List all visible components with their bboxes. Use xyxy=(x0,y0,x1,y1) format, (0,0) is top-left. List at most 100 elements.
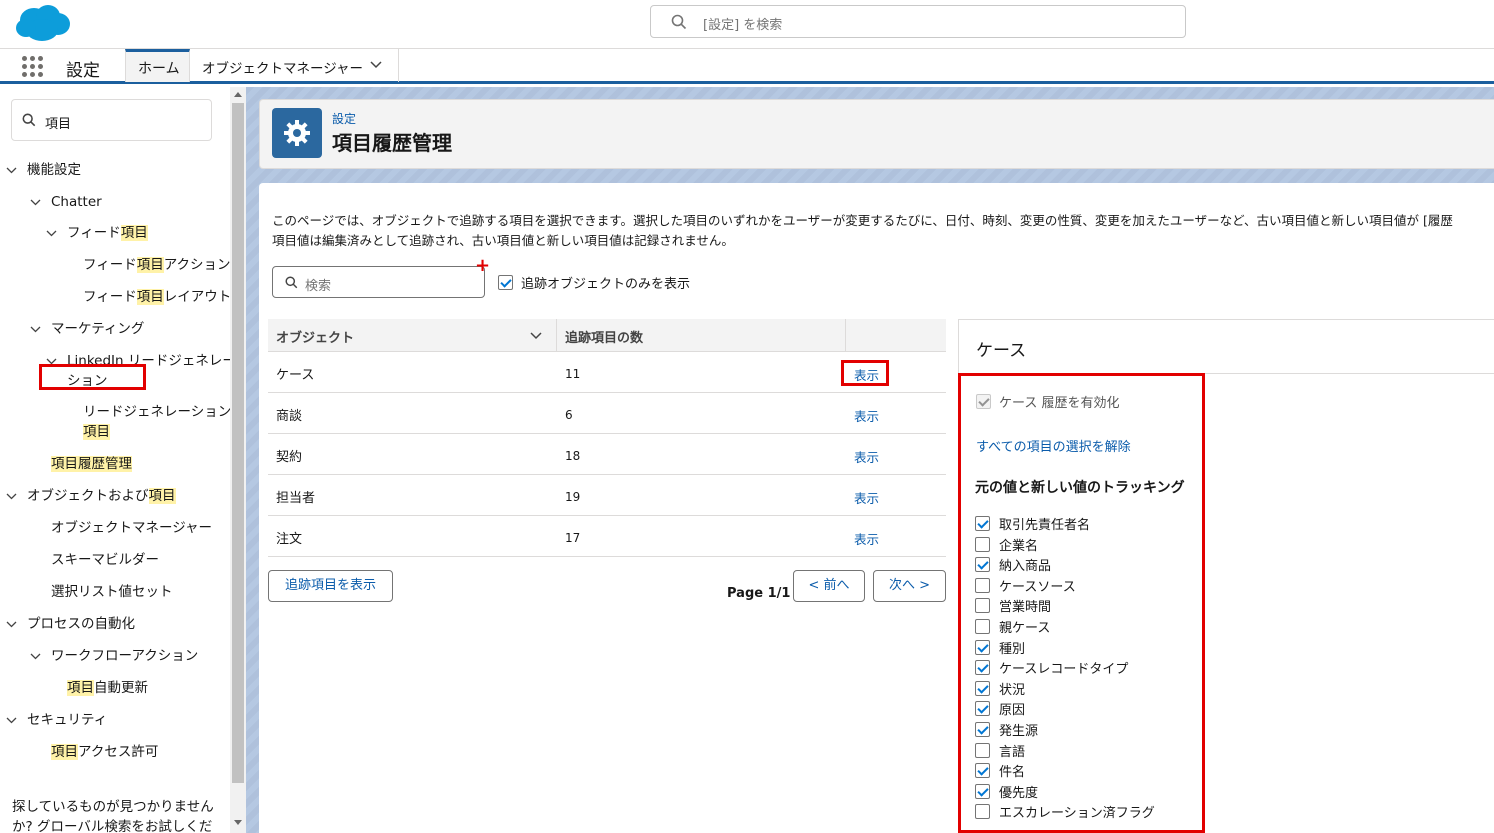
search-highlight: 項目 xyxy=(67,680,94,696)
breadcrumb[interactable]: 設定 xyxy=(332,110,356,127)
tree-label: リードジェネレーション xyxy=(83,404,232,420)
view-link[interactable]: 表示 xyxy=(854,447,879,466)
object-search-placeholder: 検索 xyxy=(305,279,332,294)
page-title: 項目履歴管理 xyxy=(332,131,452,155)
prev-page-button[interactable]: < 前へ xyxy=(793,570,865,602)
tab-home[interactable]: ホーム xyxy=(125,49,190,82)
column-header-label: オブジェクト xyxy=(276,331,355,346)
show-tracked-fields-button[interactable]: 追跡項目を表示 xyxy=(268,570,393,602)
tab-object-manager-label: オブジェクトマネージャー xyxy=(202,61,364,77)
tree-label: フィード xyxy=(83,289,137,305)
column-header-count: 追跡項目の数 xyxy=(557,319,846,352)
app-launcher-icon[interactable] xyxy=(22,56,44,78)
search-highlight: 項目 xyxy=(136,289,164,305)
search-icon xyxy=(671,14,687,30)
tree-item-marketing[interactable]: マーケティング xyxy=(30,319,144,339)
app-nav-bar: 設定 ホーム オブジェクトマネージャー xyxy=(0,48,1494,84)
content-card: このページでは、オブジェクトで追跡する項目を選択できます。選択した項目のいずれか… xyxy=(259,183,1494,833)
tracked-count: 11 xyxy=(565,367,581,381)
chevron-down-icon[interactable] xyxy=(370,61,382,69)
tree-item-picklist-sets[interactable]: 選択リスト値セット xyxy=(51,582,173,602)
panel-title: ケース xyxy=(976,341,1027,361)
tracked-only-checkbox[interactable] xyxy=(498,275,513,290)
chevron-down-icon xyxy=(30,653,41,660)
chevron-down-icon xyxy=(6,167,17,174)
tree-label: レイアウト xyxy=(163,289,232,305)
tree-label: 自動更新 xyxy=(94,680,148,696)
tree-label: Chatter xyxy=(51,194,102,210)
tracked-count: 17 xyxy=(565,531,581,545)
tree-item-field-history[interactable]: 項目履歴管理 xyxy=(51,454,132,474)
tree-item-security[interactable]: セキュリティ xyxy=(6,710,107,730)
tree-label: ワークフローアクション xyxy=(51,648,199,664)
description-line: 項目値は編集済みとして追跡され、古い項目値と新しい項目値は記録されません。 xyxy=(272,233,734,248)
panel-header: ケース xyxy=(959,320,1494,374)
tree-item-feature-settings[interactable]: 機能設定 xyxy=(6,160,81,180)
tree-item-objects-fields[interactable]: オブジェクトおよび項目 xyxy=(6,486,176,506)
page-header: 設定 項目履歴管理 xyxy=(259,99,1494,169)
tree-label: フィード xyxy=(67,225,121,241)
chevron-down-icon xyxy=(6,621,17,628)
search-highlight: 項目 xyxy=(51,744,78,760)
annotation-highlight-box xyxy=(958,373,1205,833)
tracked-count: 6 xyxy=(565,408,573,422)
chevron-down-icon xyxy=(46,230,57,237)
tracked-count: 18 xyxy=(565,449,581,463)
scroll-down-icon[interactable] xyxy=(234,820,242,825)
view-link[interactable]: 表示 xyxy=(854,488,879,507)
tree-item-process-automation[interactable]: プロセスの自動化 xyxy=(6,614,135,634)
table-row: 契約 18 表示 xyxy=(268,434,946,475)
scroll-up-icon[interactable] xyxy=(234,92,242,97)
search-highlight: 項目 xyxy=(120,225,148,241)
table-row: 商談 6 表示 xyxy=(268,393,946,434)
global-search-input[interactable]: [設定] を検索 xyxy=(650,5,1186,38)
tree-item-workflow-actions[interactable]: ワークフローアクション xyxy=(30,646,198,666)
column-header-object[interactable]: オブジェクト xyxy=(268,319,557,352)
tree-label: オブジェクトマネージャー xyxy=(51,520,213,536)
chevron-down-icon[interactable] xyxy=(530,332,542,340)
view-link[interactable]: 表示 xyxy=(854,406,879,425)
search-icon xyxy=(22,113,36,127)
setup-sidebar: 項目 機能設定 Chatter フィード項目 フィード項目アクション フィード項… xyxy=(0,87,246,833)
tree-item-schema-builder[interactable]: スキーマビルダー xyxy=(51,550,159,570)
view-link[interactable]: 表示 xyxy=(854,529,879,548)
tracked-only-label: 追跡オブジェクトのみを表示 xyxy=(521,277,691,292)
tab-object-manager[interactable]: オブジェクトマネージャー xyxy=(190,49,399,82)
tree-label: セキュリティ xyxy=(27,712,108,728)
object-search-input[interactable]: 検索 xyxy=(272,266,485,298)
tree-item-leadgen-fields[interactable]: リードジェネレーション 項目 xyxy=(83,402,231,442)
search-highlight: 項目 xyxy=(136,257,164,273)
table-row: 担当者 19 表示 xyxy=(268,475,946,516)
sidebar-scrollbar[interactable] xyxy=(230,87,246,833)
tree-item-chatter[interactable]: Chatter xyxy=(30,192,102,212)
description-line: このページでは、オブジェクトで追跡する項目を選択できます。選択した項目のいずれか… xyxy=(272,213,1453,228)
tree-label: 選択リスト値セット xyxy=(51,584,173,600)
search-icon xyxy=(285,276,298,289)
scroll-thumb[interactable] xyxy=(232,103,244,783)
annotation-highlight-box xyxy=(39,364,146,390)
annotation-highlight-box xyxy=(841,360,889,386)
tree-item-feed-field-actions[interactable]: フィード項目アクション xyxy=(83,255,231,275)
object-name: 商談 xyxy=(276,409,303,424)
tree-label: アクション xyxy=(163,257,231,273)
global-search-placeholder: [設定] を検索 xyxy=(703,18,783,33)
tree-item-object-manager[interactable]: オブジェクトマネージャー xyxy=(51,518,212,538)
page-indicator: Page 1/1 xyxy=(727,586,791,601)
table-row: 注文 17 表示 xyxy=(268,516,946,557)
search-highlight: 項目 xyxy=(148,488,176,504)
object-name: 契約 xyxy=(276,450,303,465)
tree-label: 項目履歴管理 xyxy=(51,456,132,472)
tree-item-field-access[interactable]: 項目アクセス許可 xyxy=(51,742,158,762)
next-page-button[interactable]: 次へ > xyxy=(873,570,946,602)
tree-item-field-updates[interactable]: 項目自動更新 xyxy=(67,678,148,698)
tree-item-feed-fields[interactable]: フィード項目 xyxy=(46,223,148,243)
annotation-plus-icon: + xyxy=(475,255,491,276)
tree-item-feed-field-layouts[interactable]: フィード項目レイアウト xyxy=(83,287,231,307)
quick-find-value: 項目 xyxy=(45,117,72,132)
help-line: か? グローバル検索をお試しくださ xyxy=(12,819,213,833)
salesforce-logo-icon[interactable] xyxy=(12,2,72,44)
tree-label: マーケティング xyxy=(51,321,145,337)
tab-home-label: ホーム xyxy=(138,61,180,77)
tracked-count: 19 xyxy=(565,490,581,504)
quick-find-input[interactable]: 項目 xyxy=(11,99,212,141)
